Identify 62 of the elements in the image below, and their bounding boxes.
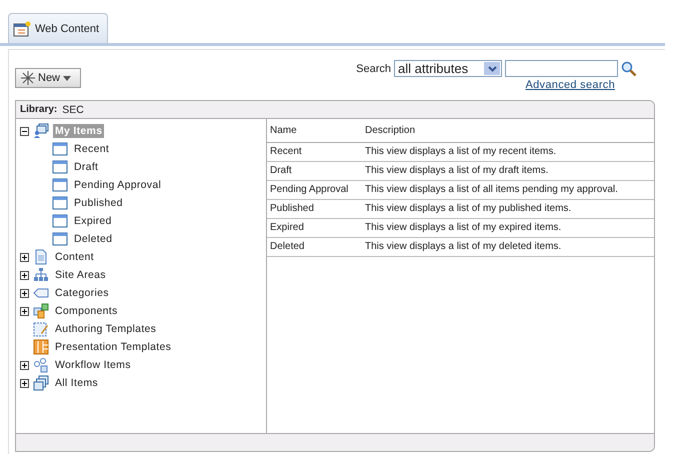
tree-item[interactable]: Categories: [53, 286, 111, 300]
components-icon: [33, 303, 49, 319]
tree-item[interactable]: Recent: [72, 142, 112, 156]
table-cell: Published: [267, 199, 362, 218]
window-icon: [52, 231, 68, 247]
chevron-icon: [488, 66, 496, 72]
table-cell: Pending Approval: [267, 180, 362, 199]
table-cell: This view displays a list of all items pending my approval.: [362, 180, 654, 199]
tree-item[interactable]: All Items: [53, 376, 100, 390]
table-cell: Recent: [267, 142, 362, 161]
table-cell: This view displays a list of my deleted items.: [362, 237, 654, 256]
column-header: Name: [267, 119, 362, 142]
window-icon: [13, 20, 31, 36]
tree-item[interactable]: Workflow Items: [53, 358, 133, 372]
document-icon: [33, 249, 49, 265]
sitemap-icon: [33, 267, 49, 283]
expand-toggle-icon[interactable]: [20, 270, 29, 280]
grid-icon: [33, 339, 49, 355]
table-cell: Draft: [267, 161, 362, 180]
tree-item[interactable]: Pending Approval: [72, 178, 164, 192]
table-cell: Expired: [267, 218, 362, 237]
expand-toggle-icon[interactable]: [20, 306, 29, 316]
search-field[interactable]: [505, 60, 618, 77]
tree-item[interactable]: Content: [53, 250, 96, 264]
expand-toggle-icon[interactable]: [20, 288, 29, 298]
advanced-search-link[interactable]: Advanced search: [526, 79, 615, 91]
users-icon: [33, 123, 49, 139]
window-icon: [52, 141, 68, 157]
scope-dropdown[interactable]: all attributes: [394, 60, 502, 77]
tree-item[interactable]: Site Areas: [53, 268, 108, 282]
stacked-windows-icon: [33, 375, 49, 391]
tree-item[interactable]: Published: [72, 196, 125, 210]
tree-item[interactable]: Expired: [72, 214, 114, 228]
table-cell: Deleted: [267, 237, 362, 256]
search-icon[interactable]: [621, 60, 637, 76]
tree-item[interactable]: Draft: [72, 160, 100, 174]
column-header: Description: [362, 119, 654, 142]
expand-toggle-icon[interactable]: [20, 252, 29, 262]
library-label: Library:: [20, 104, 58, 115]
window-icon: [52, 159, 68, 175]
search-label: Search: [356, 62, 391, 74]
new-button[interactable]: New: [15, 68, 81, 88]
tree-item[interactable]: Authoring Templates: [53, 322, 158, 336]
caret-icon: [63, 76, 72, 80]
table-cell: This view displays a list of my recent items.: [362, 142, 654, 161]
window-icon: [52, 213, 68, 229]
library-name: SEC: [62, 104, 84, 116]
tree-item[interactable]: Presentation Templates: [53, 340, 174, 354]
window-icon: [52, 177, 68, 193]
pencil-template-icon: [33, 321, 49, 337]
table-cell: This view displays a list of my published items.: [362, 199, 654, 218]
collapse-toggle-icon[interactable]: [20, 126, 29, 136]
window-icon: [52, 195, 68, 211]
table-cell: This view displays a list of my expired items.: [362, 218, 654, 237]
expand-toggle-icon[interactable]: [20, 360, 29, 370]
tree-item[interactable]: Components: [53, 304, 120, 318]
tree-item[interactable]: Deleted: [72, 232, 114, 246]
sparkle-icon: [21, 71, 35, 85]
workflow-icon: [33, 357, 49, 373]
table-cell: This view displays a list of my draft items.: [362, 161, 654, 180]
tab[interactable]: Web Content: [8, 13, 108, 43]
expand-toggle-icon[interactable]: [20, 378, 29, 388]
